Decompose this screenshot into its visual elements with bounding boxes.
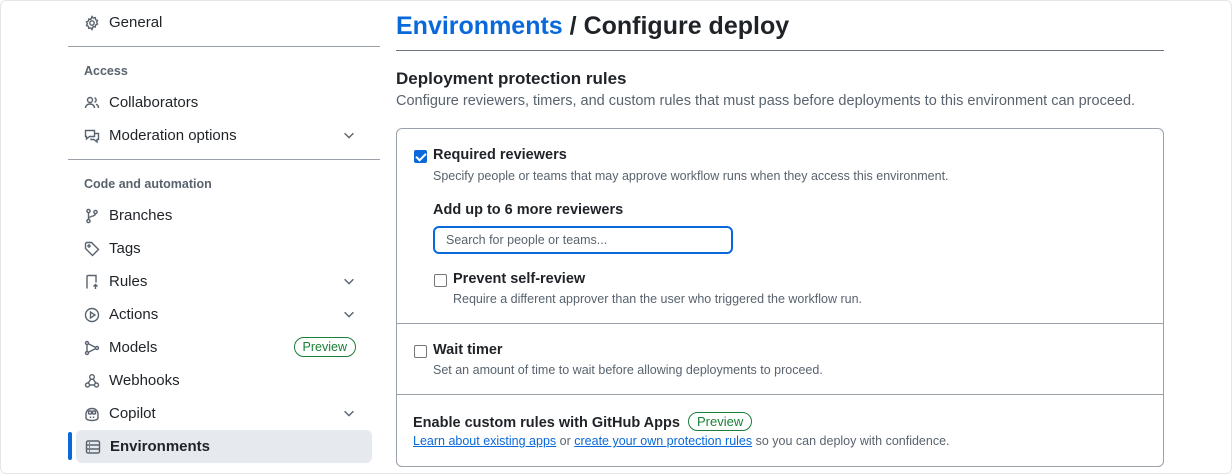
chevron-down-icon	[342, 128, 356, 142]
rule-divider	[397, 323, 1163, 324]
server-icon	[84, 438, 102, 456]
sidebar-item-label: Webhooks	[109, 372, 180, 389]
custom-rules-help: Learn about existing apps or create your…	[413, 434, 950, 448]
breadcrumb-current: Configure deploy	[583, 12, 790, 40]
models-icon	[83, 339, 101, 357]
git-branch-icon	[83, 207, 101, 225]
sidebar-item-collaborators[interactable]: Collaborators	[68, 86, 372, 119]
sidebar-divider	[68, 159, 380, 160]
breadcrumb-environments-link[interactable]: Environments	[396, 12, 563, 40]
prevent-self-review-label: Prevent self-review	[453, 271, 586, 287]
sidebar-item-label: Models	[109, 339, 158, 356]
sidebar-item-copilot[interactable]: Copilot	[68, 397, 372, 430]
rule-divider	[397, 394, 1163, 395]
sidebar-item-branches[interactable]: Branches	[68, 199, 372, 232]
sidebar-item-label: Tags	[109, 240, 141, 257]
breadcrumb-separator: /	[569, 12, 577, 40]
required-reviewers-label: Required reviewers	[433, 147, 567, 163]
custom-rules-tail: so you can deploy with confidence.	[755, 434, 950, 448]
preview-badge: Preview	[687, 412, 753, 431]
sidebar-item-label: Environments	[110, 438, 211, 455]
people-icon	[83, 94, 101, 112]
sidebar-item-environments[interactable]: Environments	[76, 430, 372, 463]
wait-timer-checkbox[interactable]	[414, 345, 427, 358]
required-reviewers-help: Specify people or teams that may approve…	[433, 169, 949, 183]
learn-existing-apps-link[interactable]: Learn about existing apps	[413, 434, 556, 448]
chevron-down-icon	[342, 307, 356, 321]
protection-rules-box: Required reviewers Specify people or tea…	[396, 128, 1164, 467]
wait-timer-help: Set an amount of time to wait before all…	[433, 363, 823, 377]
gear-icon	[83, 14, 101, 32]
sidebar-item-label: Copilot	[109, 405, 156, 422]
create-protection-rules-link[interactable]: create your own protection rules	[574, 434, 752, 448]
wait-timer-label: Wait timer	[433, 342, 503, 358]
sidebar-item-label: Branches	[109, 207, 173, 224]
tag-icon	[83, 240, 101, 258]
sidebar-heading-access: Access	[84, 64, 128, 78]
sidebar-item-label: Rules	[109, 273, 148, 290]
webhook-icon	[83, 372, 101, 390]
reviewer-search-input[interactable]: Search for people or teams...	[433, 226, 733, 254]
sidebar-item-tags[interactable]: Tags	[68, 232, 372, 265]
sidebar-item-moderation[interactable]: Moderation options	[68, 119, 372, 152]
chevron-down-icon	[342, 274, 356, 288]
section-description: Configure reviewers, timers, and custom …	[396, 93, 1136, 109]
sidebar-item-label: Moderation options	[109, 127, 237, 144]
sidebar-divider	[68, 46, 380, 47]
sidebar-heading-code: Code and automation	[84, 177, 212, 191]
title-divider	[396, 50, 1164, 51]
preview-badge: Preview	[293, 337, 356, 357]
add-reviewers-label: Add up to 6 more reviewers	[433, 202, 624, 218]
required-reviewers-checkbox[interactable]	[414, 150, 427, 163]
prevent-self-review-help: Require a different approver than the us…	[453, 292, 863, 306]
copilot-icon	[83, 405, 101, 423]
custom-rules-or: or	[559, 434, 571, 448]
repo-push-icon	[83, 273, 101, 291]
custom-rules-title: Enable custom rules with GitHub Apps Pre…	[413, 412, 753, 431]
custom-rules-title-text: Enable custom rules with GitHub Apps	[413, 415, 680, 431]
sidebar-item-label: Actions	[109, 306, 159, 323]
sidebar-item-actions[interactable]: Actions	[68, 298, 372, 331]
sidebar-item-webhooks[interactable]: Webhooks	[68, 364, 372, 397]
comment-discussion-icon	[83, 127, 101, 145]
sidebar-item-models[interactable]: Models Preview	[68, 331, 372, 364]
sidebar-item-rules[interactable]: Rules	[68, 265, 372, 298]
sidebar-item-label: General	[109, 14, 163, 31]
page-title: Environments / Configure deploy	[396, 10, 789, 42]
sidebar-item-label: Collaborators	[109, 94, 199, 111]
prevent-self-review-checkbox[interactable]	[434, 274, 447, 287]
section-title: Deployment protection rules	[396, 69, 627, 88]
play-icon	[83, 306, 101, 324]
chevron-down-icon	[342, 406, 356, 420]
sidebar-item-general[interactable]: General	[68, 6, 372, 39]
active-indicator	[68, 432, 72, 460]
